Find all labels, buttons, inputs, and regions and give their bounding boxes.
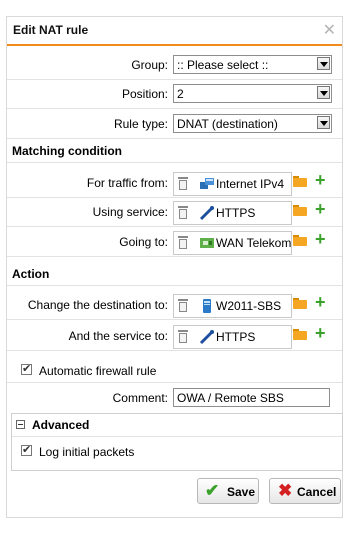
going-to-value: WAN Telekom (216, 236, 292, 250)
going-to-label: Going to: (119, 235, 168, 249)
position-select[interactable]: 2 (173, 84, 332, 103)
service-icon (199, 205, 215, 221)
dialog-titlebar: Edit NAT rule ✕ (7, 17, 342, 46)
dialog-title: Edit NAT rule (13, 23, 89, 37)
traffic-from-row: For traffic from: Internet IPv4 + (7, 169, 342, 198)
trash-icon[interactable] (178, 330, 188, 343)
rule-type-select-value: DNAT (destination) (177, 117, 278, 131)
group-label: Group: (131, 58, 168, 72)
checkmark-icon: ✔ (205, 481, 220, 500)
edit-nat-rule-dialog: Edit NAT rule ✕ Group: :: Please select … (6, 16, 343, 518)
collapse-icon[interactable] (16, 420, 25, 429)
trash-icon[interactable] (178, 177, 188, 190)
going-to-picker[interactable]: WAN Telekom (173, 231, 292, 255)
x-icon: ✖ (278, 481, 293, 500)
and-service-picker[interactable]: HTTPS (173, 325, 292, 349)
advanced-panel: Advanced Log initial packets (11, 413, 343, 471)
rule-type-row: Rule type: DNAT (destination) (7, 110, 342, 139)
group-row: Group: :: Please select :: (7, 51, 342, 80)
traffic-from-label: For traffic from: (86, 176, 168, 190)
comment-input-value: OWA / Remote SBS (177, 391, 284, 405)
group-select[interactable]: :: Please select :: (173, 55, 332, 74)
cancel-button-label: Cancel (297, 485, 337, 499)
folder-icon[interactable] (293, 235, 307, 246)
traffic-from-value: Internet IPv4 (216, 177, 285, 191)
chevron-down-icon[interactable] (317, 86, 330, 99)
position-label: Position: (121, 87, 168, 101)
host-icon (203, 299, 211, 313)
add-icon[interactable]: + (315, 199, 326, 219)
automatic-firewall-label: Automatic firewall rule (39, 364, 157, 378)
log-initial-packets-label: Log initial packets (39, 445, 135, 459)
chevron-down-icon[interactable] (317, 57, 330, 70)
add-icon[interactable]: + (315, 323, 326, 343)
automatic-firewall-checkbox[interactable] (21, 362, 32, 375)
and-service-label: And the service to: (68, 329, 168, 343)
position-row: Position: 2 (7, 80, 342, 109)
automatic-firewall-row: Automatic firewall rule (7, 358, 342, 383)
network-icon (200, 178, 214, 189)
advanced-header[interactable]: Advanced (12, 414, 342, 437)
add-icon[interactable]: + (315, 229, 326, 249)
rule-type-label: Rule type: (113, 117, 168, 131)
folder-icon[interactable] (293, 329, 307, 340)
save-button[interactable]: ✔ Save (197, 478, 259, 504)
change-destination-label: Change the destination to: (27, 298, 168, 312)
folder-icon[interactable] (293, 298, 307, 309)
close-icon[interactable]: ✕ (323, 20, 336, 40)
trash-icon[interactable] (178, 236, 188, 249)
change-destination-row: Change the destination to: W2011-SBS + (7, 291, 342, 320)
comment-label: Comment: (112, 391, 168, 405)
add-icon[interactable]: + (315, 170, 326, 190)
using-service-label: Using service: (92, 205, 168, 219)
service-icon (199, 329, 215, 345)
save-button-label: Save (227, 485, 256, 499)
folder-icon[interactable] (293, 176, 307, 187)
and-service-row: And the service to: HTTPS + (7, 322, 342, 351)
group-select-value: :: Please select :: (177, 58, 269, 72)
position-select-value: 2 (177, 87, 184, 101)
matching-condition-header: Matching condition (7, 139, 342, 163)
interface-icon (200, 238, 214, 248)
using-service-picker[interactable]: HTTPS (173, 201, 292, 225)
change-destination-value: W2011-SBS (216, 299, 282, 313)
change-destination-picker[interactable]: W2011-SBS (173, 294, 292, 318)
traffic-from-picker[interactable]: Internet IPv4 (173, 172, 292, 196)
using-service-value: HTTPS (216, 206, 256, 220)
log-initial-packets-checkbox[interactable] (21, 443, 32, 456)
using-service-row: Using service: HTTPS + (7, 198, 342, 227)
trash-icon[interactable] (178, 299, 188, 312)
advanced-title: Advanced (32, 418, 90, 432)
action-header: Action (7, 262, 342, 286)
rule-type-select[interactable]: DNAT (destination) (173, 114, 332, 133)
comment-row: Comment: OWA / Remote SBS (7, 384, 342, 412)
section-title: Action (12, 267, 50, 281)
and-service-value: HTTPS (216, 330, 256, 344)
chevron-down-icon[interactable] (317, 116, 330, 129)
trash-icon[interactable] (178, 206, 188, 219)
folder-icon[interactable] (293, 205, 307, 216)
comment-input[interactable]: OWA / Remote SBS (173, 388, 330, 407)
section-title: Matching condition (12, 144, 122, 158)
cancel-button[interactable]: ✖ Cancel (269, 478, 341, 504)
going-to-row: Going to: WAN Telekom + (7, 228, 342, 257)
add-icon[interactable]: + (315, 292, 326, 312)
